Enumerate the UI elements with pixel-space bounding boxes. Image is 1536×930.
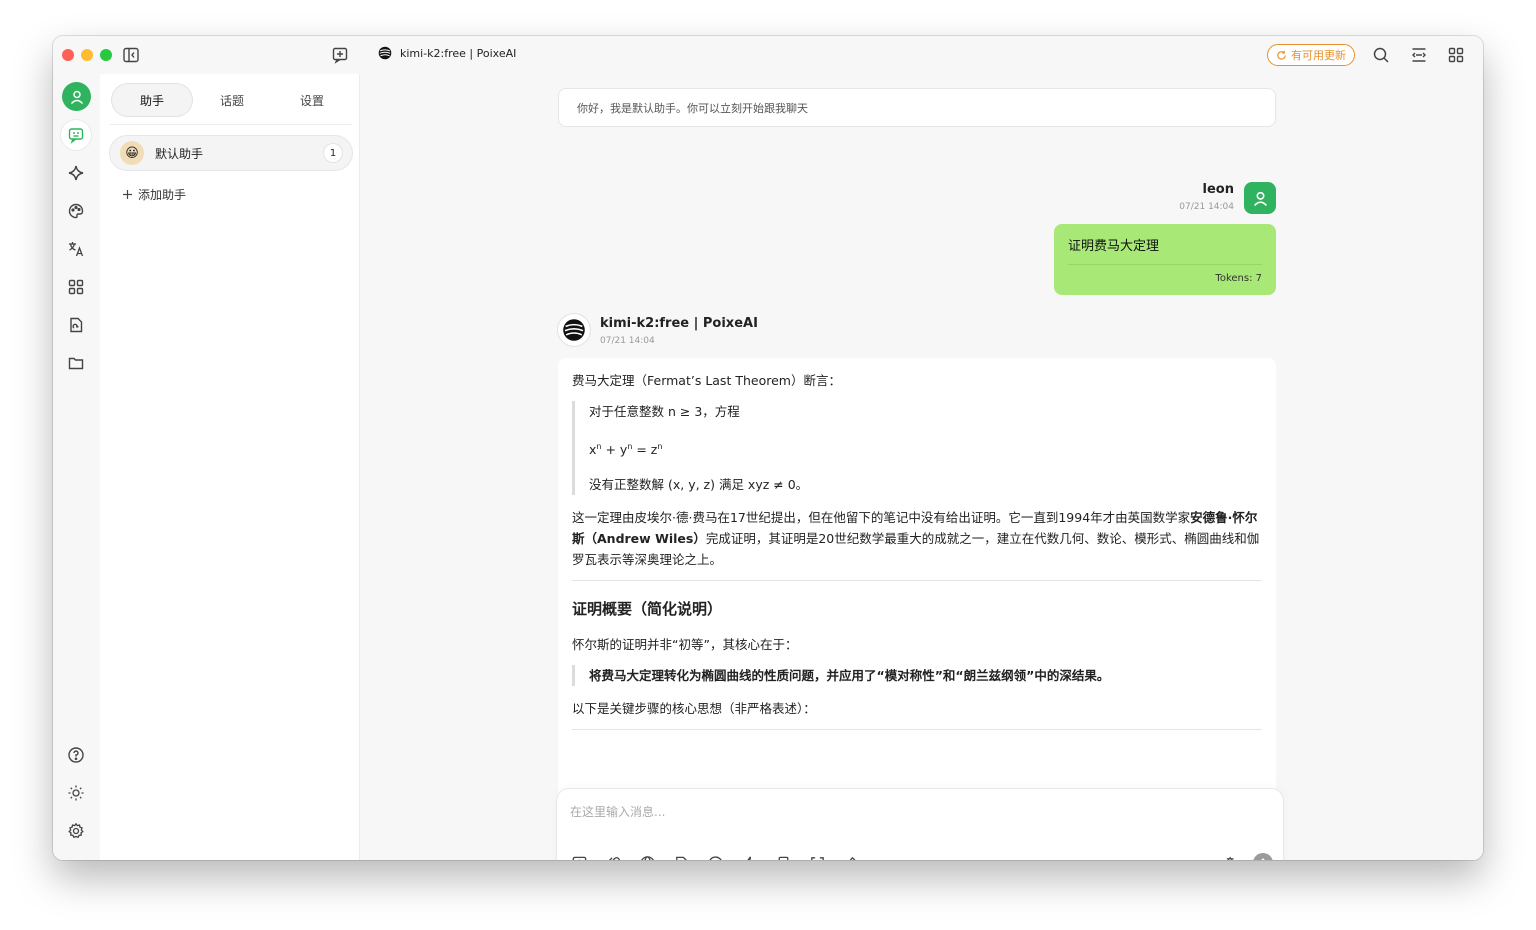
apps-grid-icon[interactable] xyxy=(1444,43,1468,67)
exponent: n xyxy=(657,442,663,451)
history-paragraph: 这一定理由皮埃尔·德·费马在17世纪提出，但在他留下的笔记中没有给出证明。它一直… xyxy=(572,507,1262,570)
attachment-icon[interactable] xyxy=(601,851,625,860)
folder-icon[interactable] xyxy=(61,348,91,378)
bot-name: kimi-k2:free | PoixeAI xyxy=(600,316,758,331)
tabs-divider xyxy=(110,124,352,125)
eraser-icon[interactable] xyxy=(839,851,863,860)
arrow-up-icon xyxy=(1261,858,1265,860)
minimize-window-button[interactable] xyxy=(81,49,93,61)
section-heading: 证明概要（简化说明） xyxy=(572,600,723,619)
add-assistant-button[interactable]: 添加助手 xyxy=(122,186,186,203)
new-topic-icon[interactable] xyxy=(567,851,591,860)
assistant-name: 默认助手 xyxy=(155,146,204,161)
sidebar-tabs: 助手 话题 设置 xyxy=(112,84,352,116)
history-text: 这一定理由皮埃尔·德·费马在17世纪提出，但在他留下的笔记中没有给出证明。它一直… xyxy=(572,510,1191,526)
equation-z: = z xyxy=(632,442,658,458)
user-message-text: 证明费马大定理 xyxy=(1068,239,1160,254)
new-topic-icon[interactable] xyxy=(328,43,352,67)
bot-avatar xyxy=(558,314,590,346)
assistant-emoji-avatar: 😀 xyxy=(120,141,144,165)
send-button[interactable] xyxy=(1253,853,1273,860)
input-toolbar xyxy=(567,851,863,860)
answer-intro: 费马大定理（Fermat’s Last Theorem）断言： xyxy=(572,373,841,388)
greeting-message: 你好，我是默认助手。你可以立刻开始跟我聊天 xyxy=(558,88,1276,127)
web-search-globe-icon[interactable] xyxy=(635,851,659,860)
mention-at-icon[interactable] xyxy=(703,851,727,860)
theme-sun-icon[interactable] xyxy=(61,778,91,808)
knowledge-base-icon[interactable] xyxy=(669,851,693,860)
fullscreen-icon[interactable] xyxy=(805,851,829,860)
settings-gear-icon[interactable] xyxy=(61,816,91,846)
translate-icon[interactable] xyxy=(1221,851,1245,860)
tab-settings[interactable]: 设置 xyxy=(272,84,352,116)
bot-message-card: 费马大定理（Fermat’s Last Theorem）断言： 对于任意整数 n… xyxy=(558,358,1276,828)
assistant-sidebar: 助手 话题 设置 😀 默认助手 1 添加助手 xyxy=(100,74,360,860)
tab-assistants[interactable]: 助手 xyxy=(112,84,192,116)
clear-brush-icon[interactable] xyxy=(771,851,795,860)
steps-intro: 以下是关键步骤的核心思想（非严格表述）： xyxy=(572,701,816,717)
left-rail xyxy=(53,74,100,860)
core-intro: 怀尔斯的证明并非“初等”，其核心在于： xyxy=(572,637,798,653)
equation: xn + yn = zn xyxy=(589,436,1262,460)
divider xyxy=(572,729,1262,731)
search-icon[interactable] xyxy=(1369,43,1393,67)
core-quote: 将费马大定理转化为椭圆曲线的性质问题，并应用了“模对称性”和“朗兰兹纲领”中的深… xyxy=(572,665,1262,687)
chat-icon[interactable] xyxy=(61,120,91,150)
token-count: Tokens: 7 xyxy=(1215,273,1262,284)
theorem-quote: 对于任意整数 n ≥ 3，方程 xn + yn = zn 没有正整数解 (x, … xyxy=(572,401,1262,496)
core-quote-text: 将费马大定理转化为椭圆曲线的性质问题，并应用了“模对称性”和“朗兰兹纲领”中的深… xyxy=(589,668,1110,684)
translate-icon[interactable] xyxy=(61,234,91,264)
message-input-box: 在这里输入消息... xyxy=(557,789,1283,860)
update-available-button[interactable]: 有可用更新 xyxy=(1267,44,1355,66)
add-assistant-label: 添加助手 xyxy=(138,188,187,202)
maximize-window-button[interactable] xyxy=(100,49,112,61)
chat-title-text: kimi-k2:free | PoixeAI xyxy=(400,46,517,60)
bubble-divider xyxy=(1068,264,1262,265)
equation-y: + y xyxy=(601,442,628,458)
quick-phrase-lightning-icon[interactable] xyxy=(737,851,761,860)
chat-title: kimi-k2:free | PoixeAI xyxy=(378,46,516,60)
quote-line: 没有正整数解 (x, y, z) 满足 xyz ≠ 0。 xyxy=(589,477,809,493)
model-logo-icon xyxy=(378,46,392,60)
chat-main: 你好，我是默认助手。你可以立刻开始跟我聊天 leon 07/21 14:04 证… xyxy=(360,74,1483,860)
topic-count-badge: 1 xyxy=(324,144,342,162)
narrow-mode-icon[interactable] xyxy=(1407,43,1431,67)
file-sync-icon[interactable] xyxy=(61,310,91,340)
help-icon[interactable] xyxy=(61,740,91,770)
input-right-actions xyxy=(1221,851,1273,860)
user-message-avatar xyxy=(1244,182,1276,214)
quote-line: 对于任意整数 n ≥ 3，方程 xyxy=(589,404,740,419)
user-message-time: 07/21 14:04 xyxy=(1179,202,1234,212)
sparkle-icon[interactable] xyxy=(61,158,91,188)
close-window-button[interactable] xyxy=(62,49,74,61)
tab-topics[interactable]: 话题 xyxy=(192,84,272,116)
sidebar-toggle-icon[interactable] xyxy=(119,43,143,67)
bot-message-time: 07/21 14:04 xyxy=(600,336,655,346)
user-message-bubble: 证明费马大定理 Tokens: 7 xyxy=(1054,224,1276,295)
palette-icon[interactable] xyxy=(61,196,91,226)
divider xyxy=(572,580,1262,582)
update-label: 有可用更新 xyxy=(1291,49,1346,62)
model-logo-icon xyxy=(563,319,585,341)
app-window: kimi-k2:free | PoixeAI 有可用更新 助手 话题 设置 😀 … xyxy=(53,36,1483,860)
assistant-item-default[interactable]: 😀 默认助手 1 xyxy=(110,136,352,170)
message-input[interactable]: 在这里输入消息... xyxy=(570,803,665,820)
plus-icon xyxy=(123,190,132,199)
apps-icon[interactable] xyxy=(61,272,91,302)
user-avatar[interactable] xyxy=(62,82,91,111)
user-name: leon xyxy=(1202,182,1234,197)
titlebar: kimi-k2:free | PoixeAI 有可用更新 xyxy=(53,36,1483,74)
refresh-icon xyxy=(1277,50,1286,60)
